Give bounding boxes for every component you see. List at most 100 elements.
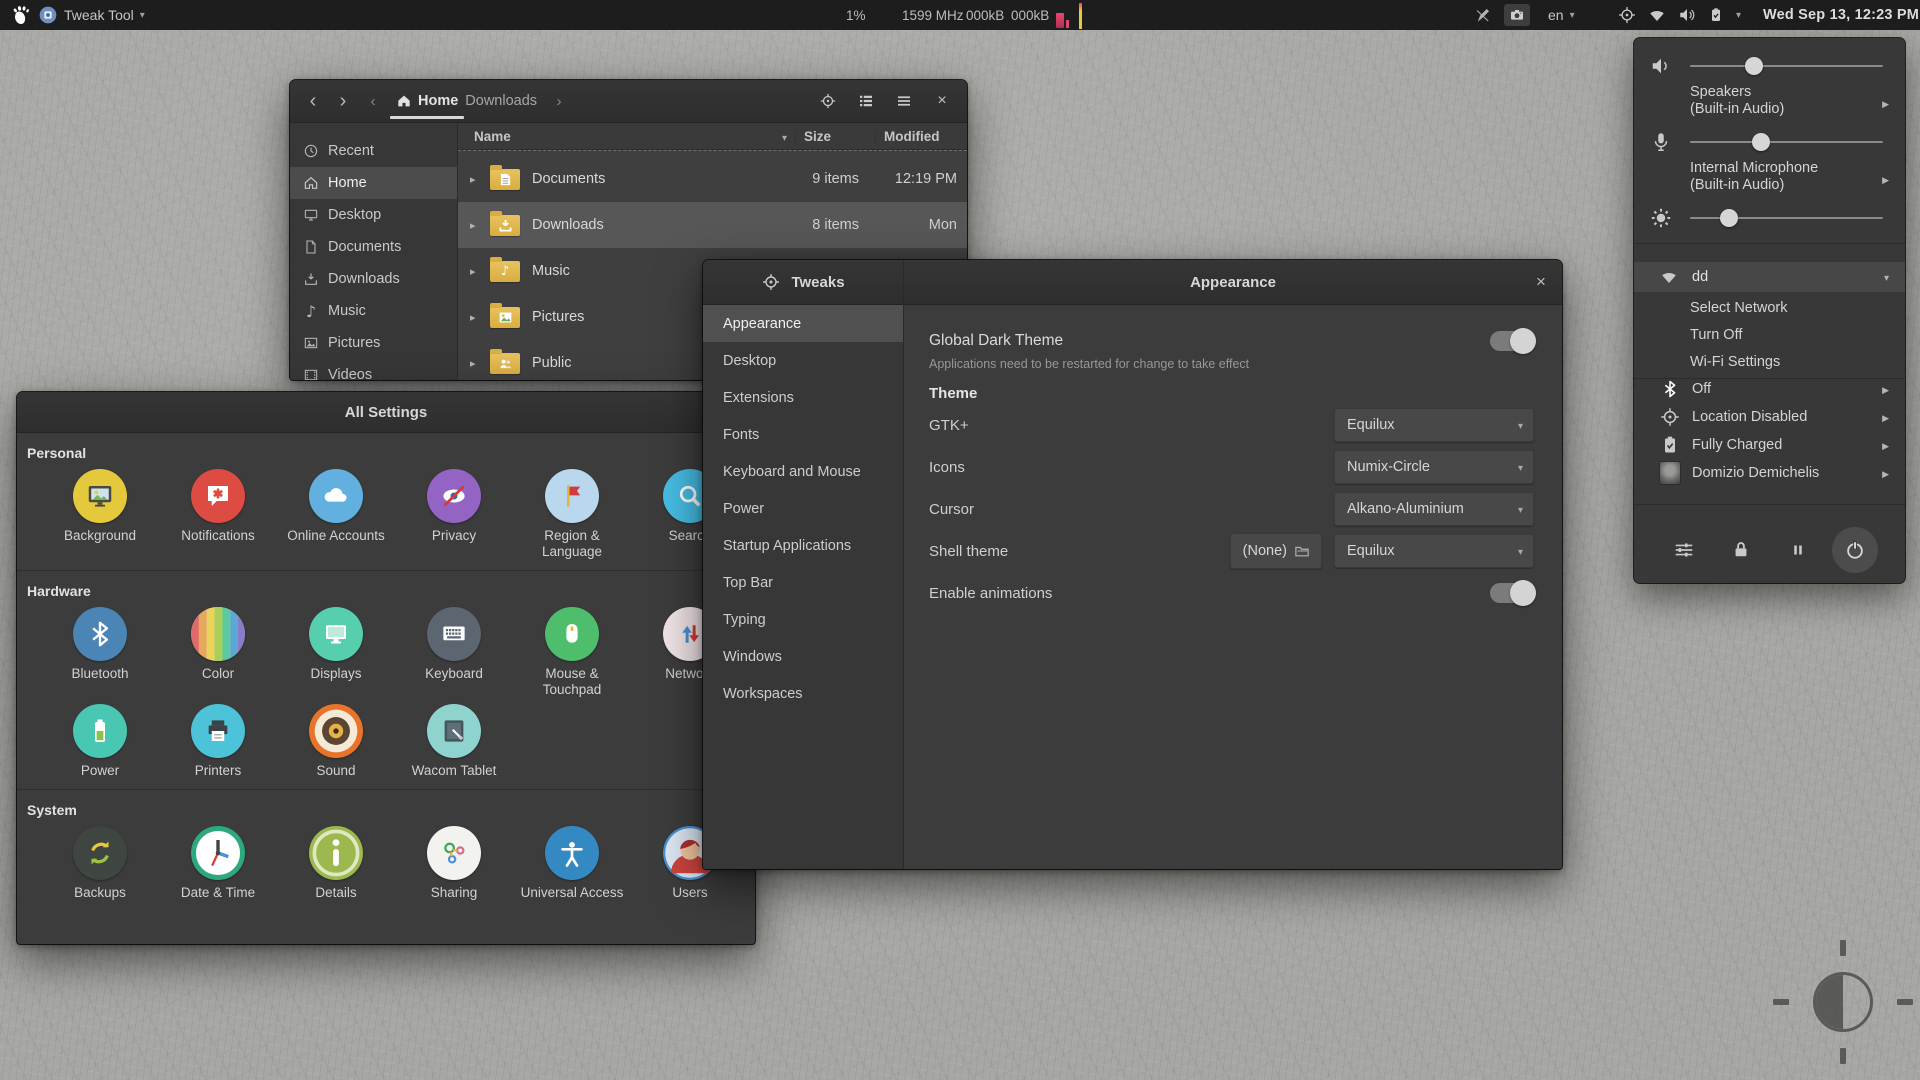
power-button[interactable] [1831,527,1878,573]
global-dark-theme-toggle[interactable] [1490,328,1536,354]
tweaks-nav-item[interactable]: Workspaces [703,675,903,712]
expander-icon[interactable] [458,219,490,232]
menu-button[interactable] [887,86,921,116]
cpu-load-indicator[interactable]: 1% [846,0,866,30]
view-list-button[interactable] [849,86,883,116]
expander-icon[interactable] [458,357,490,370]
tweaks-nav-item[interactable]: Startup Applications [703,527,903,564]
settings-tile[interactable]: Bluetooth [41,607,159,698]
sidebar-item[interactable]: ♪ Music [290,295,457,327]
brightness-slider[interactable] [1690,209,1883,227]
expander-icon[interactable] [458,173,490,186]
app-menu[interactable]: Tweak Tool ▾ [38,0,145,30]
path-scroll-left-icon[interactable] [358,86,388,116]
system-status-area[interactable]: ▾ [1618,0,1741,30]
input-device-row[interactable]: Internal Microphone (Built-in Audio) [1634,160,1905,198]
tweaks-nav-item[interactable]: Windows [703,638,903,675]
settings-tile[interactable]: Notifications [159,469,277,560]
system-monitor-graph[interactable] [1050,0,1096,30]
file-row[interactable]: Downloads 8 items Mon [458,202,967,248]
gtk-theme-dropdown[interactable]: Equilux [1334,408,1534,442]
expander-icon[interactable] [458,311,490,324]
volume-slider[interactable] [1690,57,1883,75]
settings-tile[interactable]: Date & Time [159,826,277,901]
settings-tile[interactable]: Color [159,607,277,698]
lock-button[interactable] [1718,527,1764,573]
tweaks-nav-item[interactable]: Power [703,490,903,527]
close-button[interactable]: × [925,86,959,116]
keyboard-layout-indicator[interactable]: en ▾ [1548,0,1575,30]
tweaks-nav-item[interactable]: Desktop [703,342,903,379]
slider-knob[interactable] [1744,57,1763,75]
menu-row[interactable]: Off [1634,375,1905,403]
enable-animations-toggle[interactable] [1490,580,1536,606]
settings-tile[interactable]: Backups [41,826,159,901]
settings-tile[interactable]: Keyboard [395,607,513,698]
settings-tile[interactable]: Region & Language [513,469,631,560]
clock[interactable]: Wed Sep 13, 12:23 PM [1763,0,1919,30]
settings-tile[interactable]: Sharing [395,826,513,901]
menu-item[interactable]: Turn Off [1634,321,1905,348]
settings-tile[interactable]: Power [41,704,159,779]
tweaks-nav-item[interactable]: Top Bar [703,564,903,601]
menu-row[interactable]: Domizio Demichelis [1634,459,1905,487]
file-row[interactable]: Documents 9 items 12:19 PM [458,156,967,202]
settings-tile[interactable]: Displays [277,607,395,698]
tweaks-nav-item[interactable]: Typing [703,601,903,638]
sidebar-item[interactable]: Desktop [290,199,457,231]
search-button[interactable] [811,86,845,116]
settings-tile[interactable]: Mouse & Touchpad [513,607,631,698]
icon-theme-dropdown[interactable]: Numix-Circle [1334,450,1534,484]
cpu-freq-indicator[interactable]: 1599 MHz [902,0,964,30]
settings-tile[interactable]: Printers [159,704,277,779]
shell-theme-file-button[interactable]: (None) [1229,533,1322,569]
tweaks-nav-item[interactable]: Extensions [703,379,903,416]
shell-theme-dropdown[interactable]: Equilux [1334,534,1534,568]
screenshot-indicator[interactable] [1504,0,1530,30]
settings-tile[interactable]: Universal Access [513,826,631,901]
menu-item[interactable]: Select Network [1634,294,1905,321]
settings-tile[interactable]: Privacy [395,469,513,560]
tweaks-nav-item[interactable]: Keyboard and Mouse [703,453,903,490]
activities-button[interactable] [10,0,32,30]
settings-tile[interactable]: Background [41,469,159,560]
back-button[interactable] [298,86,328,116]
sidebar-item[interactable]: Videos [290,359,457,380]
status-rows: Off Location Disabled Fully Charged Domi… [1634,375,1905,487]
close-button[interactable] [1526,267,1556,297]
menu-item[interactable]: Wi-Fi Settings [1634,348,1905,375]
column-size[interactable]: Size [795,128,875,144]
tweaks-nav-item[interactable]: Appearance [703,305,903,342]
io-read-indicator[interactable]: 000kB [966,0,1004,30]
sidebar-item[interactable]: Recent [290,135,457,167]
sidebar-item[interactable]: Documents [290,231,457,263]
sidebar-item[interactable]: Pictures [290,327,457,359]
slider-knob[interactable] [1719,209,1738,227]
column-modified[interactable]: Modified [875,128,967,144]
sidebar-item[interactable]: Downloads [290,263,457,295]
menu-row[interactable]: Location Disabled [1634,403,1905,431]
breadcrumb-home[interactable]: Home [389,93,465,119]
settings-tile[interactable]: Online Accounts [277,469,395,560]
path-scroll-right-icon[interactable] [544,86,574,116]
stylus-indicator[interactable] [1474,0,1492,30]
cursor-theme-dropdown[interactable]: Alkano-Aluminium [1334,492,1534,526]
wifi-network-row[interactable]: dd [1634,262,1905,292]
output-device-row[interactable]: Speakers (Built-in Audio) [1634,84,1905,122]
microphone-slider[interactable] [1690,133,1883,151]
suspend-button[interactable] [1775,527,1821,573]
menu-row[interactable]: Fully Charged [1634,431,1905,459]
expander-icon[interactable] [458,265,490,278]
sidebar-item[interactable]: Home [290,167,457,199]
settings-tile[interactable]: Details [277,826,395,901]
divider [1634,243,1905,244]
io-write-indicator[interactable]: 000kB [1011,0,1049,30]
settings-tile[interactable]: Sound [277,704,395,779]
settings-button[interactable] [1661,527,1707,573]
column-name[interactable]: Name [458,129,795,144]
forward-button[interactable] [328,86,358,116]
settings-tile[interactable]: Wacom Tablet [395,704,513,779]
tweaks-nav-item[interactable]: Fonts [703,416,903,453]
slider-knob[interactable] [1752,133,1771,151]
breadcrumb-downloads[interactable]: Downloads [465,93,537,109]
